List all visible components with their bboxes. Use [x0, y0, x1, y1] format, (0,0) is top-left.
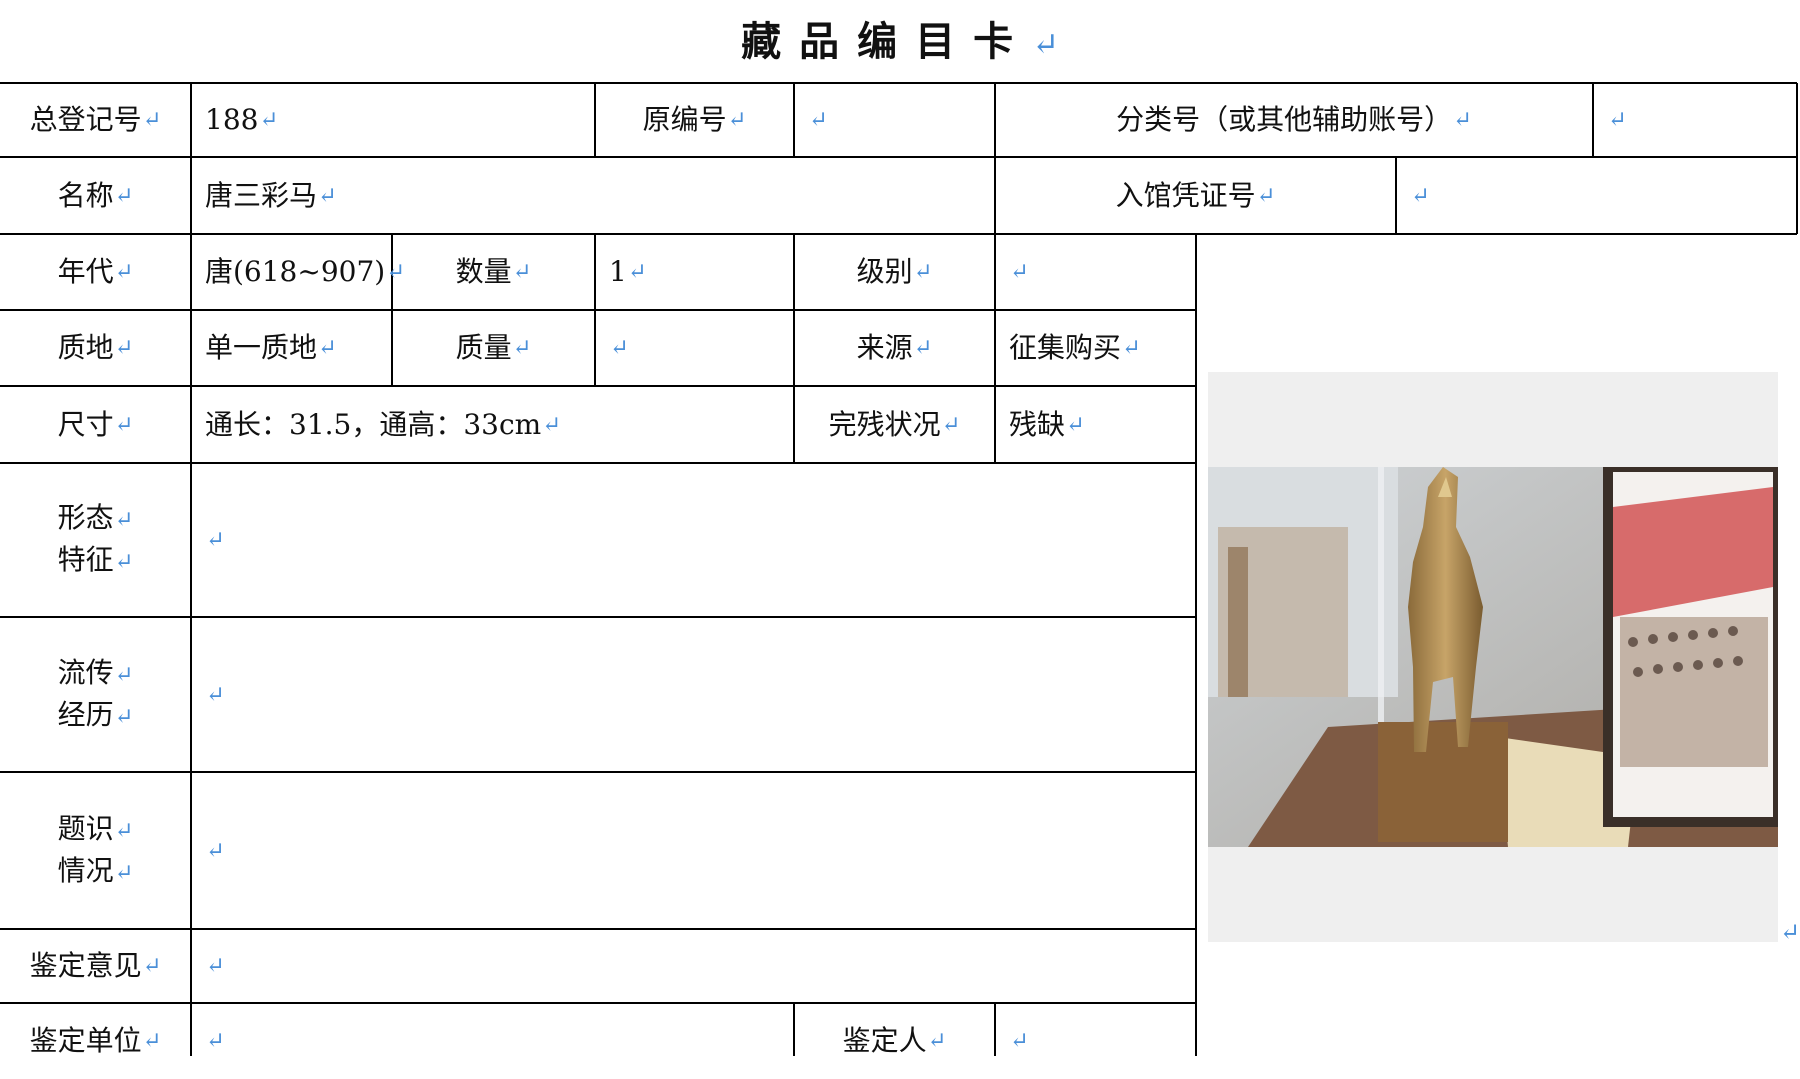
value-name: 唐三彩马 ↵: [205, 178, 337, 212]
label-form-features: 形态↵ 特征↵: [57, 501, 134, 576]
value-era: 唐(618~907) ↵: [205, 255, 405, 288]
label-original-no: 原编号 ↵: [642, 103, 747, 136]
label-appraisal-opinion: 鉴定意见 ↵: [29, 949, 162, 982]
label-classification-no: 分类号（或其他辅助账号） ↵: [1116, 103, 1472, 136]
value-classification-no: ↵: [1608, 107, 1627, 133]
value-source: 征集购买 ↵: [1009, 331, 1141, 364]
value-mass: ↵: [610, 335, 629, 361]
value-grade: ↵: [1010, 259, 1029, 285]
value-appraisal-unit: ↵: [206, 1028, 225, 1054]
label-appraiser: 鉴定人 ↵: [842, 1024, 947, 1057]
value-entry-voucher-no: ↵: [1411, 182, 1430, 209]
label-total-register-no: 总登记号 ↵: [29, 103, 162, 136]
value-provenance: ↵: [206, 681, 225, 708]
label-dimensions: 尺寸 ↵: [57, 407, 134, 441]
label-grade: 级别 ↵: [856, 255, 933, 288]
value-material: 单一质地 ↵: [205, 331, 337, 364]
label-era: 年代 ↵: [57, 255, 134, 288]
value-quantity: 1 ↵: [609, 255, 647, 288]
card-title: 藏品编目卡↵: [741, 18, 1059, 65]
value-appraiser: ↵: [1010, 1028, 1029, 1054]
value-total-register-no: 188 ↵: [205, 103, 279, 136]
label-mass: 质量 ↵: [455, 331, 532, 364]
value-original-no: ↵: [809, 107, 828, 133]
label-quantity: 数量 ↵: [455, 255, 532, 288]
value-appraisal-opinion: ↵: [206, 953, 225, 979]
label-inscriptions: 题识↵ 情况↵: [57, 811, 134, 887]
label-source: 来源 ↵: [856, 331, 933, 364]
label-appraisal-unit: 鉴定单位 ↵: [29, 1024, 162, 1057]
label-material: 质地 ↵: [57, 331, 134, 364]
paragraph-mark: ↵: [1780, 918, 1800, 946]
tang-sancai-horse-photo: [1208, 467, 1778, 847]
value-condition: 残缺 ↵: [1009, 407, 1085, 441]
value-inscriptions: ↵: [206, 837, 225, 864]
label-name: 名称 ↵: [57, 178, 134, 212]
value-dimensions: 通长：31.5，通高：33cm ↵: [205, 407, 561, 441]
artifact-photo-frame: [1208, 372, 1778, 942]
label-provenance: 流传↵ 经历↵: [57, 655, 134, 731]
label-condition: 完残状况 ↵: [828, 407, 961, 441]
label-entry-voucher-no: 入馆凭证号 ↵: [1115, 178, 1276, 212]
value-form-features: ↵: [206, 527, 225, 553]
